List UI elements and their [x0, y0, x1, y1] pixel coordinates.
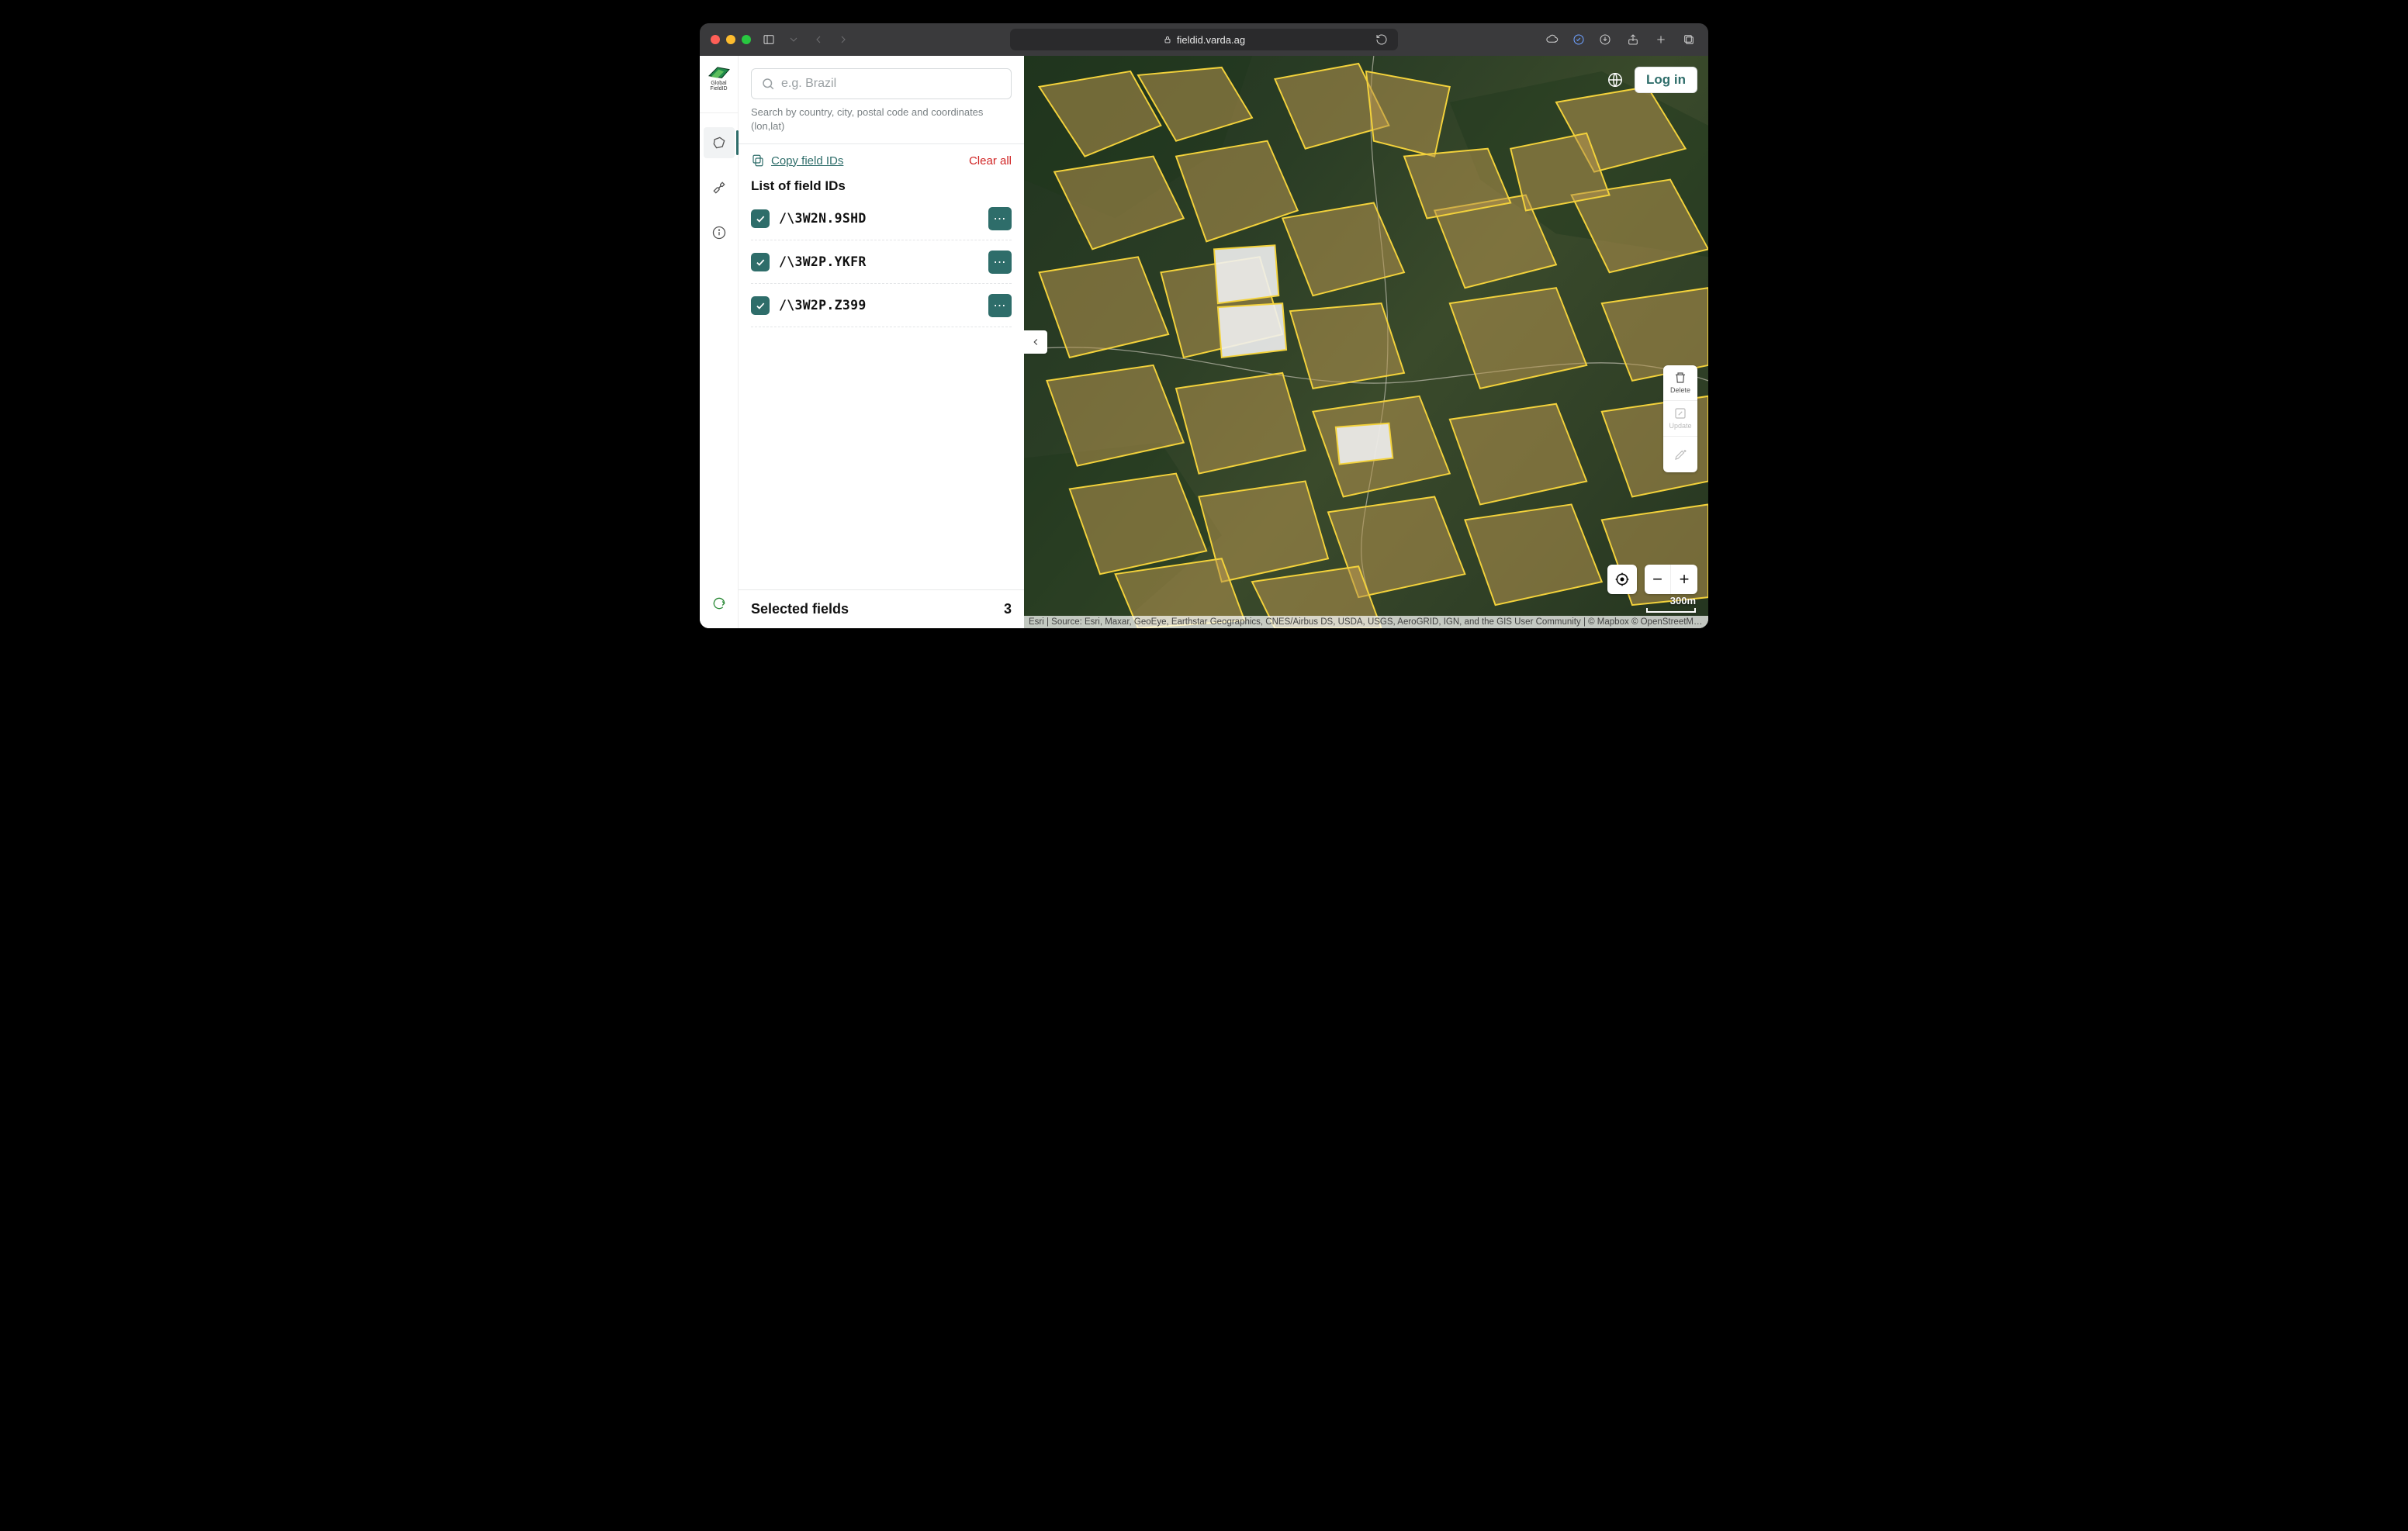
draw-tool[interactable]: [1663, 437, 1697, 472]
nav-rail: Global FieldID: [700, 56, 739, 628]
fields-panel: Search by country, city, postal code and…: [739, 56, 1024, 628]
brand-line1: Global: [711, 81, 726, 86]
field-menu-button[interactable]: ⋯: [988, 294, 1012, 317]
nav-back-icon[interactable]: [810, 31, 827, 48]
trash-icon: [1673, 371, 1687, 385]
field-checkbox[interactable]: [751, 296, 770, 315]
icloud-icon[interactable]: [1544, 31, 1561, 48]
zoom-controls: − +: [1645, 565, 1697, 594]
field-list-title: List of field IDs: [751, 178, 1012, 194]
search-hint: Search by country, city, postal code and…: [751, 105, 1012, 133]
pencil-icon: [1673, 448, 1687, 461]
reload-icon[interactable]: [1373, 31, 1390, 48]
delete-tool[interactable]: Delete: [1663, 365, 1697, 401]
copy-field-ids-link[interactable]: Copy field IDs: [751, 154, 843, 168]
field-checkbox[interactable]: [751, 209, 770, 228]
brand-line2: FieldID: [710, 86, 727, 92]
fullscreen-window-button[interactable]: [742, 35, 751, 44]
clear-all-link[interactable]: Clear all: [969, 154, 1012, 168]
improve-map-link[interactable]: Improve this map: [1706, 617, 1708, 627]
selected-fields-label: Selected fields: [751, 601, 849, 617]
nav-forward-icon[interactable]: [835, 31, 852, 48]
delete-tool-label: Delete: [1670, 386, 1690, 394]
field-list: /\3W2N.9SHD ⋯ /\3W2P.YKFR ⋯ /\3W2P.Z399 …: [751, 197, 1012, 327]
window-controls: [711, 35, 751, 44]
attribution-mapbox[interactable]: © Mapbox: [1588, 617, 1629, 627]
field-row[interactable]: /\3W2N.9SHD ⋯: [751, 197, 1012, 240]
field-row[interactable]: /\3W2P.Z399 ⋯: [751, 284, 1012, 327]
browser-window: fieldid.varda.ag Global: [700, 23, 1708, 628]
browser-titlebar: fieldid.varda.ag: [700, 23, 1708, 56]
field-checkbox[interactable]: [751, 253, 770, 271]
nav-info-button[interactable]: [704, 217, 735, 248]
zoom-in-button[interactable]: +: [1671, 565, 1697, 594]
update-tool[interactable]: Update: [1663, 401, 1697, 437]
nav-tools-button[interactable]: [704, 172, 735, 203]
minimize-window-button[interactable]: [726, 35, 735, 44]
downloads-icon[interactable]: [1597, 31, 1614, 48]
locate-button[interactable]: [1607, 565, 1637, 594]
selected-fields-count: 3: [1004, 601, 1012, 617]
address-host: fieldid.varda.ag: [1177, 34, 1245, 46]
close-window-button[interactable]: [711, 35, 720, 44]
language-button[interactable]: [1604, 68, 1627, 92]
crosshair-icon: [1614, 572, 1630, 587]
app-logo[interactable]: Global FieldID: [700, 56, 739, 98]
search-icon: [761, 77, 775, 91]
field-overlay: [1024, 56, 1708, 628]
field-id-label: /\3W2P.Z399: [779, 298, 867, 313]
nav-sync-button[interactable]: [704, 588, 735, 619]
attribution-osm[interactable]: © OpenStreetMap: [1631, 617, 1704, 627]
map-canvas[interactable]: Log in Delete Update: [1024, 56, 1708, 628]
copy-icon: [751, 154, 765, 168]
field-row[interactable]: /\3W2P.YKFR ⋯: [751, 240, 1012, 284]
sidebar-toggle-icon[interactable]: [760, 31, 777, 48]
update-tool-label: Update: [1669, 422, 1691, 430]
share-icon[interactable]: [1624, 31, 1642, 48]
field-id-label: /\3W2N.9SHD: [779, 211, 867, 226]
map-attribution: Esri | Source: Esri, Maxar, GeoEye, Eart…: [1024, 616, 1708, 628]
app-content: Global FieldID: [700, 56, 1708, 628]
tabs-overview-icon[interactable]: [1680, 31, 1697, 48]
panel-collapse-button[interactable]: [1024, 330, 1047, 354]
login-button[interactable]: Log in: [1635, 67, 1697, 93]
scale-label: 300m: [1670, 595, 1696, 607]
globe-icon: [1607, 71, 1624, 88]
new-tab-icon[interactable]: [1652, 31, 1669, 48]
search-box[interactable]: [751, 68, 1012, 99]
extension-icon[interactable]: [1570, 31, 1587, 48]
nav-fields-button[interactable]: [704, 127, 735, 158]
scale-indicator: 300m: [1646, 595, 1696, 613]
address-bar[interactable]: fieldid.varda.ag: [1010, 29, 1398, 50]
panel-footer: Selected fields 3: [739, 589, 1024, 628]
attribution-text: Esri | Source: Esri, Maxar, GeoEye, Eart…: [1029, 617, 1588, 627]
copy-field-ids-label: Copy field IDs: [771, 154, 843, 168]
map-tools: Delete Update: [1663, 365, 1697, 472]
field-id-label: /\3W2P.YKFR: [779, 254, 867, 269]
tab-group-dropdown-icon[interactable]: [785, 31, 802, 48]
field-menu-button[interactable]: ⋯: [988, 207, 1012, 230]
search-input[interactable]: [781, 77, 1002, 91]
field-menu-button[interactable]: ⋯: [988, 251, 1012, 274]
edit-icon: [1673, 406, 1687, 420]
zoom-out-button[interactable]: −: [1645, 565, 1671, 594]
chevron-left-icon: [1030, 337, 1041, 347]
